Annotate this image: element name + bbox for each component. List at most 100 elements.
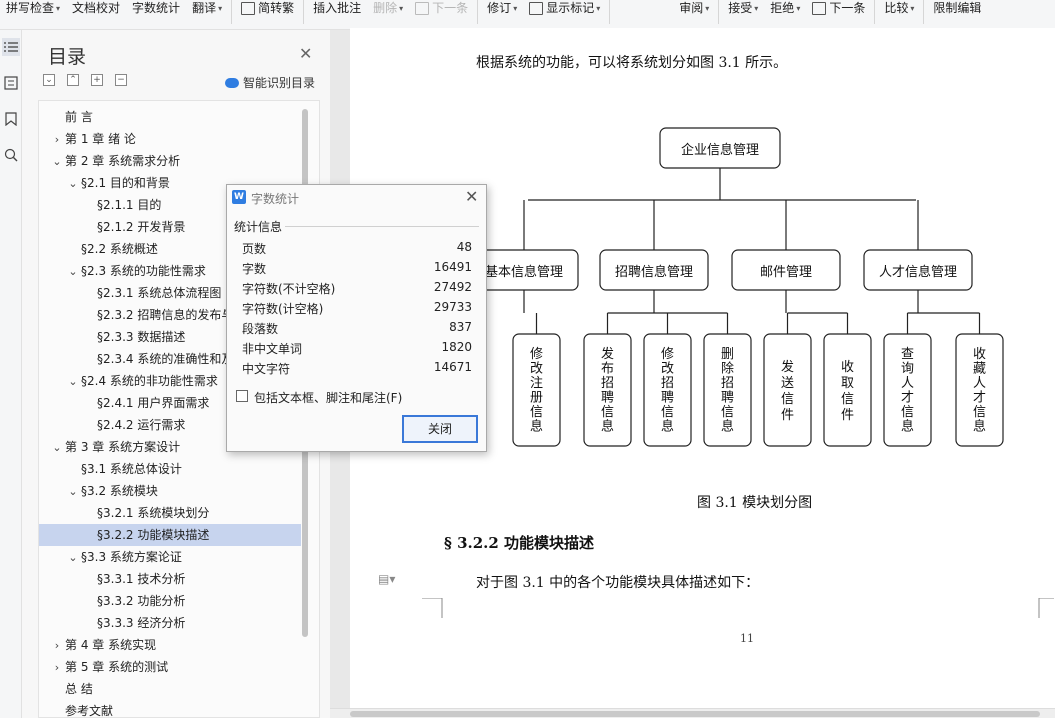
horizontal-scrollbar[interactable] [330, 708, 1055, 718]
toc-item[interactable]: › 第 5 章 系统的测试 [39, 656, 301, 678]
toc-item-label: §3.2.2 功能模块描述 [97, 528, 210, 542]
expand-up-icon[interactable]: ⌃ [67, 74, 79, 86]
org-leaf-char: 布 [601, 362, 614, 377]
toolbar-item-10[interactable]: 审阅 ▾ [673, 0, 715, 30]
stat-value: 837 [449, 320, 472, 334]
toolbar-item-2[interactable]: 字数统计 [126, 0, 186, 30]
toc-item-label: 第 5 章 系统的测试 [65, 660, 169, 674]
include-textbox-label[interactable]: 包括文本框、脚注和尾注(F) [254, 389, 402, 406]
toolbar-separator [231, 0, 233, 24]
org-leaf-char: 息 [530, 419, 543, 435]
toolbar-item-label: 审阅 [679, 0, 704, 15]
toc-item[interactable]: §3.2.2 功能模块描述 [39, 524, 301, 546]
org-leaf-char: 修 [661, 347, 674, 362]
toolbar-item-11[interactable]: 接受 ▾ [722, 0, 764, 30]
toc-item[interactable]: §3.3.2 功能分析 [39, 590, 301, 612]
caret-down-icon: ▾ [754, 3, 759, 13]
chevron-down-icon[interactable]: ⌄ [51, 151, 63, 173]
chevron-right-icon[interactable]: › [51, 635, 63, 657]
stat-row: 字数 16491 [242, 258, 472, 278]
org-leaf-char: 招 [661, 376, 674, 391]
chevron-down-icon[interactable]: ⌄ [67, 261, 79, 283]
close-icon[interactable]: ✕ [299, 44, 312, 63]
toc-item-label: §2.3.4 系统的准确性和及 [97, 352, 234, 366]
collapse-all-icon[interactable]: ⌄ [43, 74, 55, 86]
org-group-label: 基本信息管理 [485, 264, 563, 280]
org-leaf-char: 改 [530, 362, 543, 377]
scroll-thumb[interactable] [350, 711, 1040, 717]
org-leaf-char: 收 [973, 347, 986, 362]
toolbar-item-8[interactable]: 修订 ▾ [481, 0, 523, 30]
chevron-down-icon[interactable]: ⌄ [67, 547, 79, 569]
stat-row: 页数 48 [242, 238, 472, 258]
chevron-down-icon[interactable]: ⌄ [51, 437, 63, 459]
stat-row: 字符数(计空格) 29733 [242, 298, 472, 318]
toolbar-item-label: 拼写检查 [6, 0, 55, 15]
org-leaf-char: 信 [601, 405, 614, 420]
toolbar-item-7[interactable]: 下一条 [409, 0, 474, 30]
toc-item-label: §3.3.1 技术分析 [97, 572, 186, 586]
toc-item[interactable]: › 第 4 章 系统实现 [39, 634, 301, 656]
toc-item-label: 参考文献 [65, 704, 114, 718]
toc-item[interactable]: 参考文献 [39, 700, 301, 718]
toolbar-item-12[interactable]: 拒绝 ▾ [764, 0, 806, 30]
stat-label: 字符数(计空格) [242, 302, 324, 316]
toc-item-label: §2.4.1 用户界面需求 [97, 396, 210, 410]
stats-section-label: 统计信息 [234, 220, 283, 234]
toolbar-item-9[interactable]: 显示标记 ▾ [523, 0, 606, 30]
close-button[interactable]: 关闭 [402, 415, 478, 443]
toolbar-item-6[interactable]: 删除 ▾ [367, 0, 409, 30]
toc-item[interactable]: §3.3.3 经济分析 [39, 612, 301, 634]
toolbar-item-label: 比较 [884, 0, 909, 15]
org-leaf-char: 信 [973, 405, 986, 420]
toc-item-label: 第 3 章 系统方案设计 [65, 440, 181, 454]
chevron-down-icon[interactable]: ⌄ [67, 481, 79, 503]
chevron-right-icon[interactable]: › [51, 657, 63, 679]
page-corner-mark-right [1038, 598, 1054, 618]
toolbar-item-15[interactable]: 限制编辑 [927, 0, 987, 30]
dialog-titlebar[interactable]: W 字数统计 ✕ [227, 185, 486, 211]
smart-toc-button[interactable]: 智能识别目录 [225, 74, 315, 91]
paragraph-marker-icon[interactable]: ▤▾ [378, 572, 395, 586]
toc-item-label: §2.4 系统的非功能性需求 [81, 374, 218, 388]
bookmark-icon[interactable] [2, 110, 20, 128]
stat-row: 段落数 837 [242, 318, 472, 338]
remove-item-icon[interactable]: − [115, 74, 127, 86]
chevron-right-icon[interactable]: › [51, 129, 63, 151]
toc-item[interactable]: ⌄ §3.3 系统方案论证 [39, 546, 301, 568]
include-textbox-checkbox[interactable] [236, 390, 248, 402]
close-icon[interactable]: ✕ [465, 187, 478, 206]
toc-item[interactable]: ⌄ 第 2 章 系统需求分析 [39, 150, 301, 172]
toolbar-item-14[interactable]: 比较 ▾ [878, 0, 920, 30]
toc-item[interactable]: ⌄ §3.2 系统模块 [39, 480, 301, 502]
stat-label: 段落数 [242, 322, 279, 336]
toolbar-item-label: 简转繁 [258, 0, 295, 15]
toolbar-item-5[interactable]: 插入批注 [307, 0, 367, 30]
toolbar-item-13[interactable]: 下一条 [806, 0, 871, 30]
toc-list-icon[interactable] [2, 38, 20, 56]
add-item-icon[interactable]: + [91, 74, 103, 86]
toolbar-separator [718, 0, 720, 24]
org-leaf-char: 信 [721, 405, 734, 420]
outline-icon[interactable] [2, 74, 20, 92]
toc-item[interactable]: 总 结 [39, 678, 301, 700]
org-leaf-char: 改 [661, 362, 674, 377]
org-leaf-char: 查 [901, 347, 914, 362]
find-icon[interactable] [2, 146, 20, 164]
toc-item[interactable]: §3.1 系统总体设计 [39, 458, 301, 480]
figure-caption: 图 3.1 模块划分图 [697, 495, 813, 511]
toc-item[interactable]: §3.3.1 技术分析 [39, 568, 301, 590]
toc-item[interactable]: 前 言 [39, 106, 301, 128]
toc-item[interactable]: §3.2.1 系统模块划分 [39, 502, 301, 524]
toolbar-item-4[interactable]: 简转繁 [235, 0, 300, 30]
caret-down-icon: ▾ [705, 3, 710, 13]
toolbar-item-1[interactable]: 文档校对 [66, 0, 126, 30]
toolbar-item-label: 接受 [728, 0, 753, 15]
chevron-down-icon[interactable]: ⌄ [67, 371, 79, 393]
toolbar-item-0[interactable]: 拼写检查 ▾ [0, 0, 66, 30]
chevron-down-icon[interactable]: ⌄ [67, 173, 79, 195]
toc-item-label: §2.2 系统概述 [81, 242, 158, 256]
toolbar-item-3[interactable]: 翻译 ▾ [186, 0, 228, 30]
toc-item[interactable]: › 第 1 章 绪 论 [39, 128, 301, 150]
toolbar-item-label: 翻译 [192, 0, 217, 15]
